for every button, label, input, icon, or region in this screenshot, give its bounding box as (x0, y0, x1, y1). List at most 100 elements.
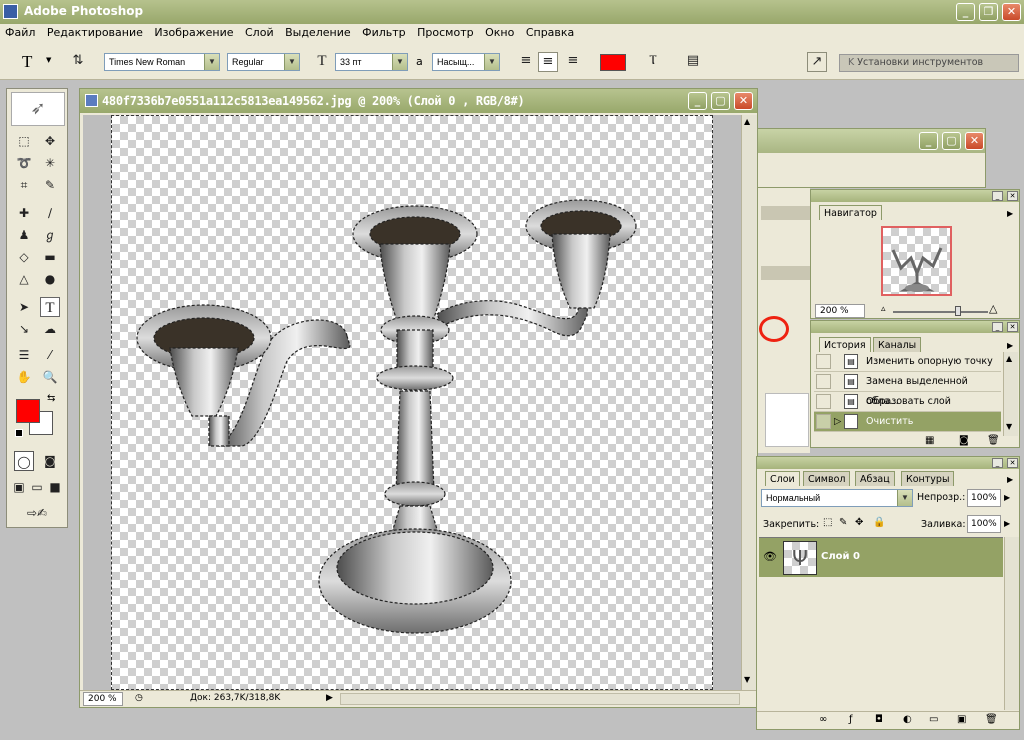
zoom-tool-icon[interactable]: 🔍 (40, 367, 60, 387)
doc-maximize-button[interactable]: ▢ (711, 92, 730, 110)
lock-paint-icon[interactable]: ✎ (839, 517, 847, 528)
swap-colors-icon[interactable]: ⇆ (47, 393, 55, 404)
doc-minimize-button[interactable]: _ (688, 92, 707, 110)
tool-presets-well[interactable]: K Установки инструментов (839, 54, 1019, 72)
zoom-field[interactable]: 200 % (83, 692, 123, 706)
quick-mask-mode-icon[interactable]: ◙ (40, 451, 60, 471)
eye-icon[interactable]: 👁 (763, 550, 777, 563)
layer-style-icon[interactable]: ƒ (849, 714, 853, 725)
panel-menu-icon[interactable]: ▶ (1007, 341, 1013, 350)
opacity-input[interactable]: 100% (967, 489, 1001, 507)
menu-select[interactable]: Выделение (281, 24, 355, 42)
history-scrollbar[interactable]: ▲ ▼ (1003, 352, 1018, 436)
layer-name[interactable]: Слой 0 (821, 551, 860, 562)
maximize-button[interactable]: ❐ (979, 3, 998, 21)
zoom-slider-thumb[interactable] (955, 306, 961, 316)
feather-logo-icon[interactable]: ➶ (11, 92, 65, 126)
type-tool-icon[interactable]: T (40, 297, 60, 317)
scroll-up-icon[interactable]: ▲ (744, 117, 750, 126)
tab-navigator[interactable]: Навигатор (819, 205, 882, 220)
jump-to-imageready-icon[interactable]: ⇨✍ (14, 503, 60, 523)
tab-paths[interactable]: Контуры (901, 471, 955, 486)
panel-menu-icon[interactable]: ▶ (1007, 209, 1013, 218)
opacity-stepper-icon[interactable]: ▶ (1004, 493, 1010, 502)
brush-tool-icon[interactable]: ∕ (40, 203, 60, 223)
healing-brush-tool-icon[interactable]: ✚ (14, 203, 34, 223)
menu-help[interactable]: Справка (522, 24, 578, 42)
tab-channels[interactable]: Каналы (873, 337, 922, 352)
chevron-down-icon[interactable]: ▼ (46, 56, 51, 64)
slice-tool-icon[interactable]: ✎ (40, 175, 60, 195)
trash-icon[interactable]: 🗑 (985, 714, 998, 725)
dodge-tool-icon[interactable]: ● (40, 269, 60, 289)
navigator-close-button[interactable]: ✕ (1007, 191, 1018, 201)
menu-file[interactable]: Файл (1, 24, 39, 42)
text-color-swatch[interactable] (600, 54, 626, 71)
fill-stepper-icon[interactable]: ▶ (1004, 519, 1010, 528)
layers-scrollbar[interactable] (1004, 537, 1019, 710)
screen-mode-standard-icon[interactable]: ▣ (11, 477, 27, 497)
font-family-select[interactable]: Times New Roman ▼ (104, 53, 220, 71)
adjustment-layer-icon[interactable]: ◐ (903, 714, 912, 725)
font-style-select[interactable]: Regular ▼ (227, 53, 300, 71)
custom-shape-tool-icon[interactable]: ☁ (40, 319, 60, 339)
pen-tool-icon[interactable]: ↘ (14, 319, 34, 339)
palettes-toggle-icon[interactable]: ▤ (683, 52, 703, 72)
hand-tool-icon[interactable]: ✋ (14, 367, 34, 387)
gradient-tool-icon[interactable]: ▬ (40, 247, 60, 267)
bg-close-button[interactable]: ✕ (965, 132, 984, 150)
screen-mode-full-icon[interactable]: ■ (47, 477, 63, 497)
status-menu-icon[interactable]: ◷ (135, 693, 143, 703)
navigator-minimize-button[interactable]: _ (992, 191, 1003, 201)
doc-close-button[interactable]: ✕ (734, 92, 753, 110)
vertical-scrollbar[interactable]: ▲ ▼ (741, 115, 757, 690)
zoom-in-icon[interactable]: △ (989, 302, 997, 315)
link-layers-icon[interactable]: ∞ (819, 714, 827, 725)
align-right-icon[interactable]: ≡ (563, 52, 583, 72)
tab-layers[interactable]: Слои (765, 471, 800, 486)
magic-wand-tool-icon[interactable]: ✳ (40, 153, 60, 173)
history-minimize-button[interactable]: _ (992, 322, 1003, 332)
crop-tool-icon[interactable]: ⌗ (14, 175, 34, 195)
candelabra-image[interactable] (112, 116, 714, 691)
document-titlebar[interactable]: 480f7336b7e0551a112c5813ea149562.jpg @ 2… (80, 89, 757, 113)
menu-window[interactable]: Окно (481, 24, 518, 42)
layer-mask-icon[interactable]: ◘ (875, 714, 883, 725)
snapshot-icon[interactable]: ◙ (959, 435, 969, 446)
layers-close-button[interactable]: ✕ (1007, 458, 1018, 468)
file-browser-icon[interactable]: ↗ (807, 52, 827, 72)
horizontal-scrollbar[interactable] (340, 693, 740, 705)
scroll-down-icon[interactable]: ▼ (744, 675, 750, 684)
bg-maximize-button[interactable]: ▢ (942, 132, 961, 150)
lock-all-icon[interactable]: 🔒 (873, 517, 885, 528)
history-item[interactable]: ▤ Замена выделенной обла... (814, 372, 1001, 407)
align-left-icon[interactable]: ≡ (516, 52, 536, 72)
new-document-from-state-icon[interactable]: ▦ (925, 435, 934, 446)
canvas-area[interactable] (83, 115, 741, 690)
new-layer-icon[interactable]: ▣ (957, 714, 966, 725)
new-group-icon[interactable]: ▭ (929, 714, 938, 725)
foreground-color-swatch[interactable] (16, 399, 40, 423)
layer-row[interactable]: 👁 Ψ Слой 0 (759, 537, 1003, 577)
menu-image[interactable]: Изображение (150, 24, 237, 42)
standard-mode-icon[interactable]: ◯ (14, 451, 34, 471)
lock-move-icon[interactable]: ✥ (855, 517, 863, 528)
tab-character[interactable]: Символ (803, 471, 851, 486)
path-selection-tool-icon[interactable]: ➤ (14, 297, 34, 317)
menu-layer[interactable]: Слой (241, 24, 278, 42)
history-close-button[interactable]: ✕ (1007, 322, 1018, 332)
navigator-thumbnail[interactable] (881, 226, 952, 296)
text-orientation-icon[interactable]: ⇅ (68, 52, 88, 72)
antialias-select[interactable]: Насыщ... ▼ (432, 53, 500, 71)
eyedropper-tool-icon[interactable]: ⁄ (40, 345, 60, 365)
zoom-out-icon[interactable]: ▵ (881, 304, 886, 314)
lasso-tool-icon[interactable]: ➰ (14, 153, 34, 173)
blend-mode-select[interactable]: Нормальный ▼ (761, 489, 913, 507)
marquee-tool-icon[interactable]: ⬚ (14, 131, 34, 151)
tab-paragraph[interactable]: Абзац (855, 471, 895, 486)
navigator-zoom-field[interactable]: 200 % (815, 304, 865, 318)
notes-tool-icon[interactable]: ☰ (14, 345, 34, 365)
align-center-icon[interactable]: ≡ (538, 52, 558, 72)
history-item-active[interactable]: ▷ ▤ Очистить (814, 412, 1001, 432)
minimize-button[interactable]: _ (956, 3, 975, 21)
